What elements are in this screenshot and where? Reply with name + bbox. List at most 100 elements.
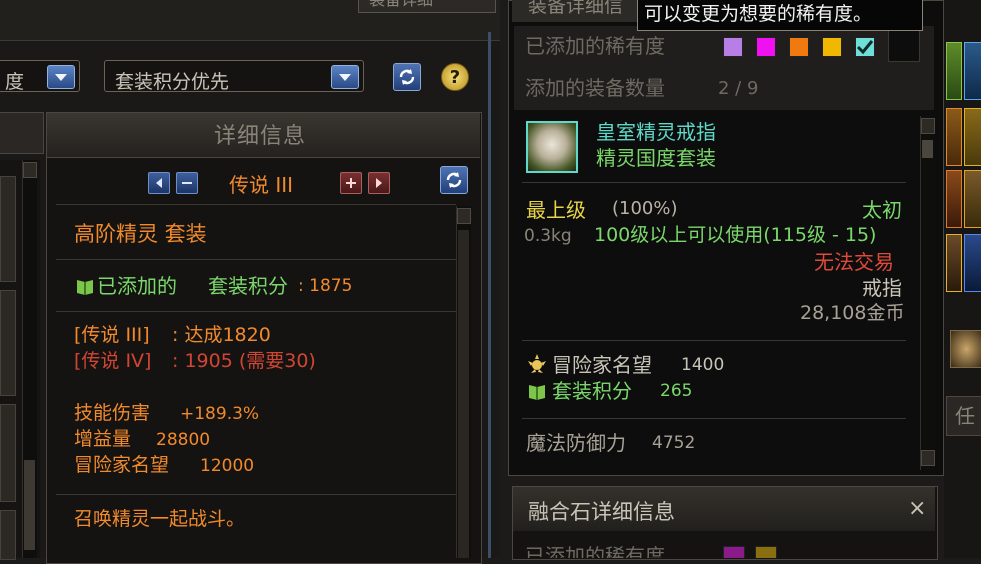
fame-value: 1400 xyxy=(681,355,725,375)
fame-label: 冒险家名望 xyxy=(552,353,652,377)
inventory-slot[interactable] xyxy=(964,108,981,166)
refresh-icon xyxy=(399,69,415,85)
fusion-rarity-row: 已添加的稀有度 xyxy=(513,540,935,558)
divider xyxy=(522,418,906,419)
help-icon[interactable]: ? xyxy=(441,63,469,91)
scroll-up-icon[interactable] xyxy=(921,118,935,134)
filter-dropdown[interactable]: 度 xyxy=(0,60,80,93)
rarity-swatch-epic[interactable] xyxy=(789,37,809,57)
set-points-label: 套装积分 xyxy=(552,379,632,403)
check-icon xyxy=(856,40,874,55)
stat-value: 12000 xyxy=(200,456,255,476)
tier-next-label: [传说 IV] xyxy=(74,350,152,372)
book-icon xyxy=(527,381,547,401)
rarity-tooltip: 可以变更为想要的稀有度。 xyxy=(637,0,923,31)
sort-dropdown-label: 套装积分优先 xyxy=(115,71,230,93)
inventory-slot[interactable] xyxy=(946,234,962,292)
count-label: 添加的装备数量 xyxy=(525,76,665,100)
grade-right: 太初 xyxy=(862,198,902,222)
rarity-swatch-myth[interactable] xyxy=(755,546,777,558)
scroll-down-icon[interactable] xyxy=(921,450,935,466)
arrow-left-icon xyxy=(156,178,162,188)
divider xyxy=(56,204,456,205)
top-tab[interactable]: 装备详细 xyxy=(358,0,496,13)
inventory-slot[interactable] xyxy=(964,42,981,100)
stat-label: 技能伤害 xyxy=(74,402,151,424)
grade-pct: (100%) xyxy=(612,198,678,219)
item-detail-title: 装备详细信 xyxy=(528,0,624,17)
rarity-swatch-myth[interactable] xyxy=(822,37,842,57)
top-tab-label: 装备详细 xyxy=(369,0,433,8)
divider xyxy=(56,311,456,312)
rarity-label: 已添加的稀有度 xyxy=(525,34,665,58)
set-name: 高阶精灵 套装 xyxy=(74,222,207,246)
close-icon[interactable]: × xyxy=(908,498,926,520)
refresh-button[interactable] xyxy=(393,63,421,91)
book-icon xyxy=(75,276,95,296)
trade-status: 无法交易 xyxy=(814,250,894,274)
scroll-up-icon[interactable] xyxy=(23,162,37,178)
left-list-item[interactable] xyxy=(0,404,16,502)
fame-icon xyxy=(526,353,548,375)
item-detail-scrollbar[interactable] xyxy=(920,116,935,470)
inventory-slot[interactable] xyxy=(950,330,981,368)
detail-scrollbar[interactable] xyxy=(456,206,471,558)
prev-tier-button[interactable] xyxy=(148,172,170,194)
inventory-slot[interactable] xyxy=(964,170,981,228)
stat-label: 冒险家名望 xyxy=(74,454,170,476)
stat-value: +189.3% xyxy=(180,404,260,424)
inventory-slot[interactable] xyxy=(964,234,981,292)
set-points-value: : 1875 xyxy=(298,276,353,296)
stat-label: 增益量 xyxy=(74,428,132,450)
item-set: 精灵国度套装 xyxy=(596,146,716,170)
next-tier-button[interactable] xyxy=(368,172,390,194)
filter-dropdown-label: 度 xyxy=(5,71,25,93)
item-detail-header: 装备详细信 xyxy=(512,0,642,22)
rarity-row-end xyxy=(888,30,920,62)
decrease-tier-button[interactable] xyxy=(176,172,198,194)
rarity-swatch-legendary[interactable] xyxy=(723,546,745,558)
scroll-thumb[interactable] xyxy=(24,460,35,550)
rarity-swatch-unique[interactable] xyxy=(723,37,743,57)
left-list-scrollbar[interactable] xyxy=(22,160,37,558)
divider xyxy=(47,157,480,158)
item-price: 28,108金币 xyxy=(800,302,905,324)
tier-next-value: : 1905 (需要30) xyxy=(172,350,316,372)
scroll-thumb[interactable] xyxy=(458,230,469,558)
inventory-slot[interactable] xyxy=(946,108,962,166)
left-list-item[interactable] xyxy=(0,290,16,396)
divider xyxy=(56,259,456,260)
rarity-swatch-primeval[interactable] xyxy=(855,37,875,57)
stat-value: 28800 xyxy=(156,430,211,450)
item-name: 皇室精灵戒指 xyxy=(596,120,716,144)
far-right-tab[interactable]: 任 xyxy=(946,396,981,436)
mdef-value: 4752 xyxy=(652,433,696,453)
reset-tier-button[interactable] xyxy=(440,166,468,194)
mdef-label: 魔法防御力 xyxy=(526,431,626,455)
far-right-tab-label: 任 xyxy=(955,404,975,428)
left-list-item[interactable] xyxy=(0,176,16,282)
increase-tier-button[interactable] xyxy=(340,172,362,194)
effect-text: 召唤精灵一起战斗。 xyxy=(74,508,246,530)
ring-icon[interactable] xyxy=(526,121,578,173)
left-list-item[interactable] xyxy=(0,510,16,560)
count-value: 2 / 9 xyxy=(718,78,759,99)
chevron-down-icon[interactable] xyxy=(47,65,75,89)
inventory-slot[interactable] xyxy=(946,42,962,100)
tier-achieved-label: [传说 III] xyxy=(74,324,150,346)
rarity-swatch-legendary[interactable] xyxy=(756,37,776,57)
added-label: 已添加的 xyxy=(97,274,177,298)
inventory-slot[interactable] xyxy=(946,170,962,228)
sort-dropdown[interactable]: 套装积分优先 xyxy=(104,60,364,93)
grade-label: 最上级 xyxy=(526,198,586,222)
scroll-up-icon[interactable] xyxy=(457,208,471,224)
fusion-rarity-label: 已添加的稀有度 xyxy=(525,544,665,558)
divider xyxy=(56,494,456,495)
left-column-header xyxy=(0,112,44,154)
chevron-down-icon[interactable] xyxy=(331,65,359,89)
tier-achieved-value: : 达成1820 xyxy=(172,324,271,346)
scroll-thumb[interactable] xyxy=(922,140,933,158)
divider xyxy=(522,182,906,183)
detail-panel-title: 详细信息 xyxy=(214,124,307,149)
arrow-right-icon xyxy=(376,178,382,188)
